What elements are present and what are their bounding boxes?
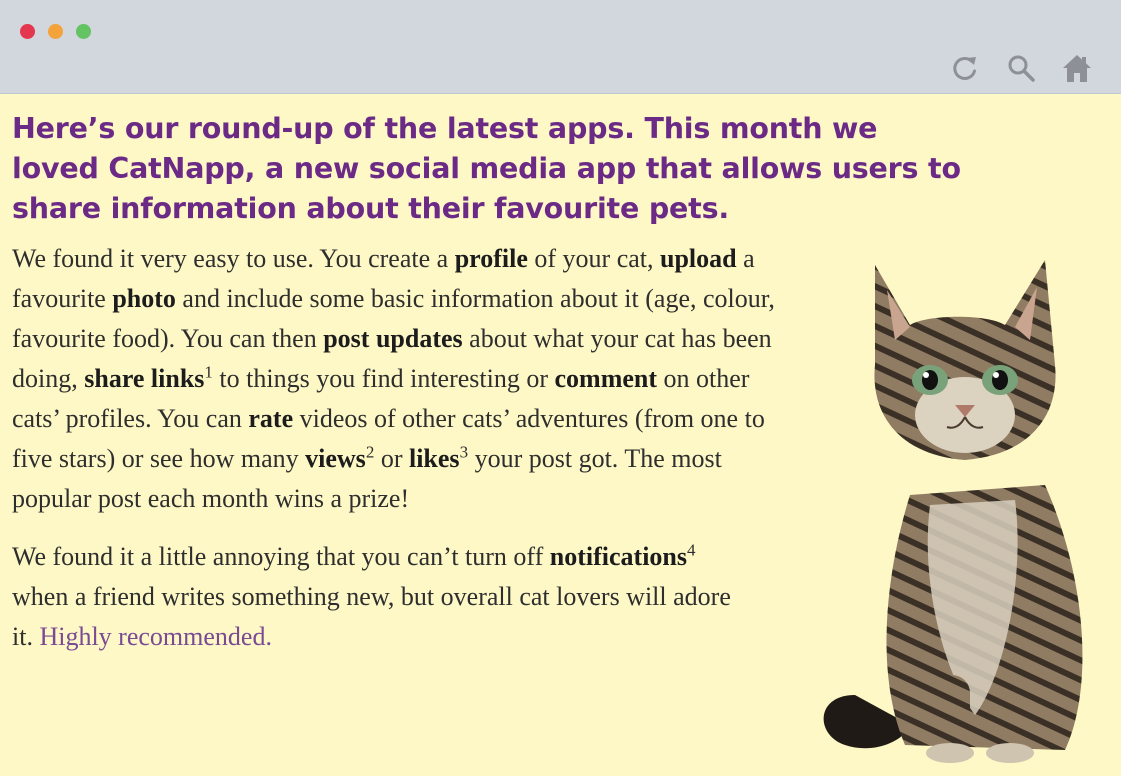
- keyword: profile: [454, 244, 528, 273]
- search-button[interactable]: [1003, 51, 1039, 85]
- article-paragraph-1: We found it very easy to use. You create…: [12, 244, 775, 513]
- footnote-marker: 3: [459, 442, 469, 462]
- article-paragraph-2: We found it a little annoying that you c…: [12, 540, 731, 651]
- footnote-marker: 4: [687, 540, 696, 560]
- keyword: share links: [84, 364, 205, 393]
- keyword: likes: [408, 444, 460, 473]
- keyword: upload: [660, 244, 737, 273]
- keyword: photo: [112, 284, 176, 313]
- refresh-button[interactable]: [947, 51, 983, 85]
- keyword: post updates: [323, 324, 463, 353]
- keyword: rate: [248, 404, 294, 433]
- refresh-icon: [953, 56, 976, 80]
- search-icon: [1008, 55, 1035, 82]
- recommendation: Highly recommended.: [39, 622, 272, 651]
- close-window-button[interactable]: [20, 24, 35, 39]
- keyword: comment: [554, 364, 658, 393]
- keyword: views: [305, 444, 366, 473]
- nav-icons: [947, 51, 1095, 85]
- home-icon: [1063, 55, 1091, 82]
- maximize-window-button[interactable]: [76, 24, 91, 39]
- window-controls: [20, 24, 91, 39]
- footnote-marker: 1: [204, 362, 213, 382]
- browser-toolbar: [0, 0, 1121, 94]
- minimize-window-button[interactable]: [48, 24, 63, 39]
- home-button[interactable]: [1059, 51, 1095, 85]
- kitten-image: [823, 260, 1083, 763]
- keyword: notifications: [549, 542, 688, 571]
- article-headline: Here’s our round-up of the latest apps. …: [12, 112, 961, 225]
